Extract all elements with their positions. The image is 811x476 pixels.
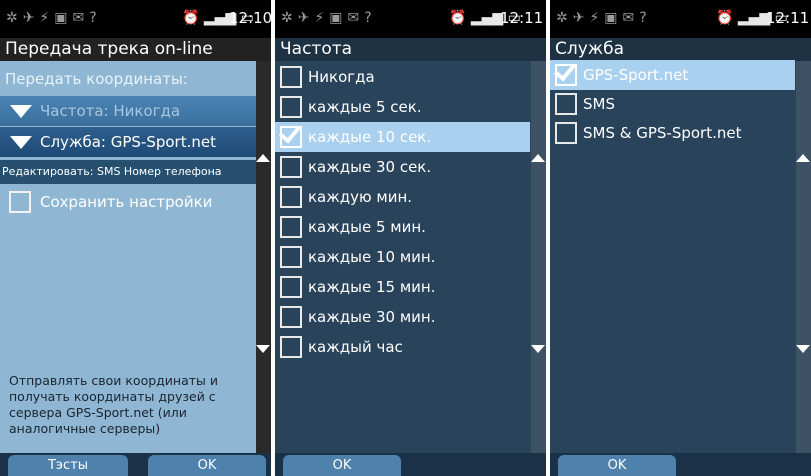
list-item[interactable]: каждые 5 мин. [275,212,530,242]
list-item-label: каждые 15 мин. [308,278,436,296]
status-bar: ✲✈⚡▣✉? ⏰ ▂▄▆ ▭ 12:11 [275,0,546,38]
scroll-up-icon [256,154,270,162]
list-item-label: каждую мин. [308,188,413,206]
checkbox-icon [555,93,577,115]
list-item[interactable]: каждые 10 мин. [275,242,530,272]
edit-sms-number-row[interactable]: Редактировать: SMS Номер телефона [0,160,258,184]
screen-service: ✲✈⚡▣✉? ⏰ ▂▄▆ ▭ 12:11 Служба GPS-Sport.ne… [550,0,811,476]
clock-text: 12:11 [500,9,544,27]
service-label: Служба: GPS-Sport.net [40,133,216,151]
list-item[interactable]: каждую мин. [275,182,530,212]
list-item[interactable]: каждые 30 сек. [275,152,530,182]
list-item[interactable]: GPS-Sport.net [550,58,795,90]
scroll-down-icon [796,345,810,353]
checkbox-checked-icon [278,120,302,148]
list-item[interactable]: каждые 5 сек. [275,92,530,122]
scroll-down-icon [531,345,545,353]
triangle-down-icon [10,136,32,149]
notification-icons: ✲✈⚡▣✉? [281,10,377,26]
checkbox-icon [280,66,302,88]
list-item-label: каждые 5 сек. [308,98,422,116]
clock-text: 12:11 [766,9,810,27]
list-item[interactable]: каждый час [275,332,530,362]
list-item[interactable]: SMS [550,89,795,119]
checkbox-icon [555,122,577,144]
scroll-up-icon [531,154,545,162]
list-item-label: GPS-Sport.net [583,66,689,84]
list-item-label: каждые 10 мин. [308,248,436,266]
screen-frequency: ✲✈⚡▣✉? ⏰ ▂▄▆ ▭ 12:11 Частота Никогда кажд… [275,0,546,476]
tests-button[interactable]: Тэсты [8,455,128,476]
list-item[interactable]: SMS & GPS-Sport.net [550,118,795,148]
service-dropdown[interactable]: Служба: GPS-Sport.net [0,127,256,157]
list-item[interactable]: каждые 30 мин. [275,302,530,332]
scrollbar[interactable] [796,61,811,453]
list-item-label: SMS & GPS-Sport.net [583,124,742,142]
checkbox-checked-icon [553,58,577,86]
status-bar: ✲✈⚡▣✉? ⏰ ▂▄▆ ▭ 12:11 [550,0,811,38]
scrollbar[interactable] [531,61,546,453]
list-item-label: каждые 30 мин. [308,308,436,326]
page-title: Служба [550,38,811,61]
send-coordinates-label: Передать координаты: [5,70,188,88]
list-item-label: SMS [583,95,615,113]
checkbox-icon [280,336,302,358]
description-text: Отправлять свои координаты и получать ко… [9,373,218,436]
notification-icons: ✲✈⚡▣✉? [6,10,102,26]
list-item[interactable]: Никогда [275,62,530,92]
clock-text: 12:10 [229,9,271,27]
scrollbar[interactable] [256,61,271,453]
checkbox-icon [280,276,302,298]
status-bar: ✲✈⚡▣✉? ⏰ ▂▄▆ ▭ 12:10 [0,0,271,38]
scroll-up-icon [796,154,810,162]
page-title: Передача трека on-line [0,38,271,61]
list-item-label: каждые 30 сек. [308,158,432,176]
list-item-label: каждые 10 сек. [308,128,432,146]
ok-button[interactable]: OK [148,455,266,476]
save-settings-label: Сохранить настройки [40,193,213,211]
ok-button[interactable]: OK [283,455,401,476]
triangle-down-icon [10,105,32,118]
checkmark-icon [553,58,577,82]
checkbox-icon [280,186,302,208]
checkbox-icon [280,156,302,178]
checkbox-icon [280,246,302,268]
save-settings-checkbox[interactable] [9,191,31,213]
checkbox-icon [280,96,302,118]
frequency-label: Частота: Никогда [40,102,181,120]
ok-button[interactable]: OK [558,455,676,476]
notification-icons: ✲✈⚡▣✉? [556,10,652,26]
checkbox-icon [280,216,302,238]
list-item-label: Никогда [308,68,375,86]
list-item-label: каждый час [308,338,403,356]
list-item-label: каждые 5 мин. [308,218,426,236]
frequency-dropdown[interactable]: Частота: Никогда [0,96,256,126]
list-item[interactable]: каждые 10 сек. [275,120,530,152]
page-title: Частота [275,38,546,61]
list-item[interactable]: каждые 15 мин. [275,272,530,302]
checkmark-icon [278,120,302,144]
checkbox-icon [280,306,302,328]
scroll-down-icon [256,345,270,353]
screen-track-online: ✲✈⚡▣✉? ⏰ ▂▄▆ ▭ 12:10 Передача трека on-l… [0,0,271,476]
